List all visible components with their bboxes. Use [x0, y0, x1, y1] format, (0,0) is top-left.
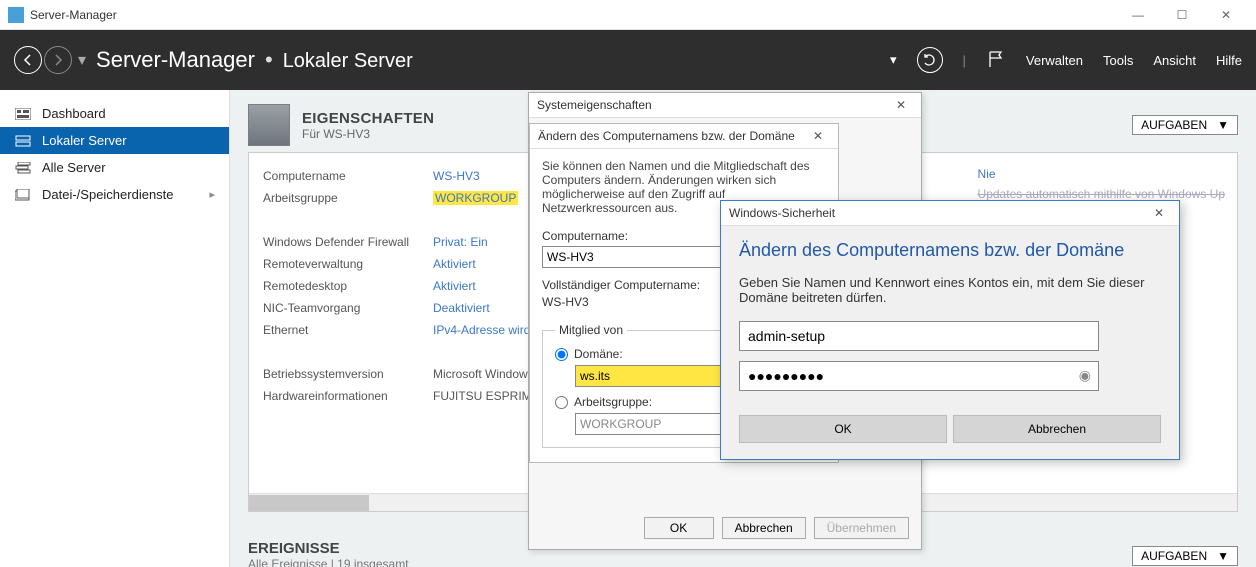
prop-label: NIC-Teamvorgang	[263, 301, 433, 315]
server-icon	[14, 134, 32, 148]
menu-hilfe[interactable]: Hilfe	[1216, 53, 1242, 68]
breadcrumb-sep: •	[265, 47, 273, 73]
reveal-password-icon[interactable]: ◉	[1079, 367, 1091, 384]
sidebar-label: Datei-/Speicherdienste	[42, 187, 174, 202]
storage-icon	[14, 188, 32, 202]
workgroup-radio[interactable]	[555, 396, 568, 409]
windows-security-dialog: Windows-Sicherheit ✕ Ändern des Computer…	[720, 200, 1180, 460]
prop-label: Remoteverwaltung	[263, 257, 433, 271]
ok-button[interactable]: OK	[644, 517, 714, 539]
chevron-down-icon: ▼	[1217, 118, 1229, 132]
sidebar-item-file-storage[interactable]: Datei-/Speicherdienste ▸	[0, 181, 229, 208]
events-title: EREIGNISSE	[248, 540, 409, 557]
window-title: Server-Manager	[30, 8, 117, 22]
workgroup-link[interactable]: WORKGROUP	[433, 191, 518, 205]
sidebar: Dashboard Lokaler Server Alle Server Dat…	[0, 90, 230, 567]
events-tasks-dropdown[interactable]: AUFGABEN▼	[1132, 546, 1238, 566]
panel-subtitle: Für WS-HV3	[302, 127, 434, 141]
breadcrumb-root[interactable]: Server-Manager	[96, 47, 255, 73]
header-ribbon: ▾ Server-Manager • Lokaler Server ▾ | Ve…	[0, 30, 1256, 90]
security-heading: Ändern des Computernamens bzw. der Domän…	[739, 240, 1161, 261]
prop-label: Betriebssystemversion	[263, 367, 433, 381]
apply-button: Übernehmen	[814, 517, 909, 539]
cancel-button[interactable]: Abbrechen	[722, 517, 806, 539]
header-separator: |	[963, 53, 966, 68]
sidebar-item-local-server[interactable]: Lokaler Server	[0, 127, 229, 154]
dashboard-icon	[14, 107, 32, 121]
subdialog-title: Ändern des Computernamens bzw. der Domän…	[538, 129, 795, 143]
close-icon[interactable]: ✕	[806, 129, 830, 143]
prop-label: Remotedesktop	[263, 279, 433, 293]
sidebar-label: Alle Server	[42, 160, 106, 175]
events-subtitle: Alle Ereignisse | 19 insgesamt	[248, 557, 409, 567]
password-input[interactable]	[739, 361, 1099, 391]
chevron-down-icon: ▼	[1217, 549, 1229, 563]
maximize-button[interactable]: ☐	[1160, 0, 1204, 30]
prop-label: Hardwareinformationen	[263, 389, 433, 403]
prop-label: Ethernet	[263, 323, 433, 337]
breadcrumb: Server-Manager • Lokaler Server	[96, 47, 413, 73]
nav-forward-button[interactable]	[44, 46, 72, 74]
minimize-button[interactable]: —	[1116, 0, 1160, 30]
updates-nie[interactable]: Nie	[978, 167, 1225, 181]
domain-radio[interactable]	[555, 348, 568, 361]
sidebar-item-all-servers[interactable]: Alle Server	[0, 154, 229, 181]
panel-icon	[248, 104, 290, 146]
breadcrumb-current[interactable]: Lokaler Server	[283, 50, 413, 73]
username-input[interactable]	[739, 321, 1099, 351]
updates-link[interactable]: Updates automatisch mithilfe von Windows…	[978, 187, 1225, 201]
menu-tools[interactable]: Tools	[1103, 53, 1133, 68]
refresh-icon[interactable]	[917, 47, 943, 73]
scrollbar-thumb[interactable]	[249, 495, 369, 511]
flag-icon[interactable]	[986, 49, 1006, 72]
servers-icon	[14, 161, 32, 175]
menu-ansicht[interactable]: Ansicht	[1153, 53, 1196, 68]
close-button[interactable]: ✕	[1204, 0, 1248, 30]
ok-button[interactable]: OK	[739, 415, 947, 443]
nav-back-button[interactable]	[14, 46, 42, 74]
window-titlebar: Server-Manager — ☐ ✕	[0, 0, 1256, 30]
close-icon[interactable]: ✕	[1147, 206, 1171, 220]
chevron-right-icon: ▸	[209, 188, 215, 201]
nav-dropdown[interactable]: ▾	[78, 50, 86, 70]
sidebar-item-dashboard[interactable]: Dashboard	[0, 100, 229, 127]
cancel-button[interactable]: Abbrechen	[953, 415, 1161, 443]
app-icon	[8, 7, 24, 23]
prop-label: Computername	[263, 169, 433, 183]
tasks-dropdown[interactable]: AUFGABEN▼	[1132, 115, 1238, 135]
security-message: Geben Sie Namen und Kennwort eines Konto…	[739, 275, 1161, 305]
dialog-title: Systemeigenschaften	[537, 98, 652, 112]
member-legend: Mitglied von	[555, 323, 627, 337]
prop-label: Arbeitsgruppe	[263, 191, 433, 205]
sidebar-label: Lokaler Server	[42, 133, 127, 148]
dialog-title: Windows-Sicherheit	[729, 206, 835, 220]
domain-radio-label: Domäne:	[574, 347, 623, 361]
header-dropdown[interactable]: ▾	[890, 52, 897, 68]
menu-verwalten[interactable]: Verwalten	[1026, 53, 1083, 68]
prop-label: Windows Defender Firewall	[263, 235, 433, 249]
workgroup-radio-label: Arbeitsgruppe:	[574, 395, 652, 409]
close-icon[interactable]: ✕	[889, 98, 913, 112]
panel-title: EIGENSCHAFTEN	[302, 110, 434, 127]
sidebar-label: Dashboard	[42, 106, 106, 121]
